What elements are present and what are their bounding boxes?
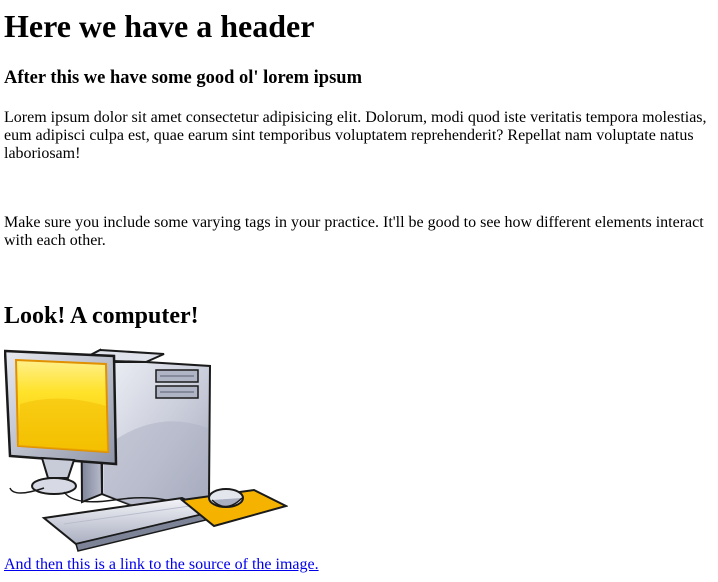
- page-title: Here we have a header: [4, 8, 315, 44]
- page: Here we have a header After this we have…: [0, 0, 718, 582]
- lorem-paragraph: Lorem ipsum dolor sit amet consectetur a…: [4, 109, 707, 162]
- subtitle-heading: After this we have some good ol' lorem i…: [4, 68, 362, 88]
- computer-image: [4, 348, 288, 552]
- section-heading: Look! A computer!: [4, 303, 199, 329]
- image-source-link[interactable]: And then this is a link to the source of…: [4, 556, 319, 574]
- practice-paragraph: Make sure you include some varying tags …: [4, 214, 704, 249]
